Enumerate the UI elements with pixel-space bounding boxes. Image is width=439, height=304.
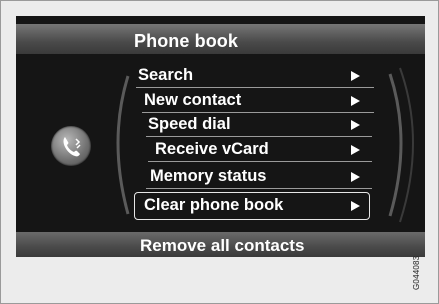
triangle-right-icon — [351, 120, 360, 130]
menu-divider — [142, 112, 374, 113]
phone-icon — [51, 126, 91, 166]
menu-divider — [146, 136, 372, 137]
triangle-right-icon — [351, 71, 360, 81]
figure-frame: Phone book Remove all contacts Search New… — [0, 0, 439, 304]
triangle-right-icon — [351, 201, 360, 211]
footer-help-text: Remove all contacts — [140, 236, 305, 255]
menu-item-label: Search — [138, 66, 194, 84]
menu-item-label: Memory status — [150, 167, 267, 185]
screen-title: Phone book — [134, 31, 238, 51]
menu-divider — [136, 87, 374, 88]
triangle-right-icon — [351, 96, 360, 106]
triangle-right-icon — [351, 172, 360, 182]
menu-divider — [148, 161, 372, 162]
triangle-right-icon — [351, 145, 360, 155]
display-screen: Phone book Remove all contacts Search New… — [16, 16, 425, 257]
figure-reference-code: G044083 — [412, 255, 421, 290]
menu-item-label: Speed dial — [148, 115, 231, 133]
menu-item-label: Receive vCard — [155, 140, 269, 158]
menu-item-label: New contact — [144, 91, 242, 109]
menu-item-label: Clear phone book — [144, 196, 284, 214]
menu-divider — [146, 188, 372, 189]
